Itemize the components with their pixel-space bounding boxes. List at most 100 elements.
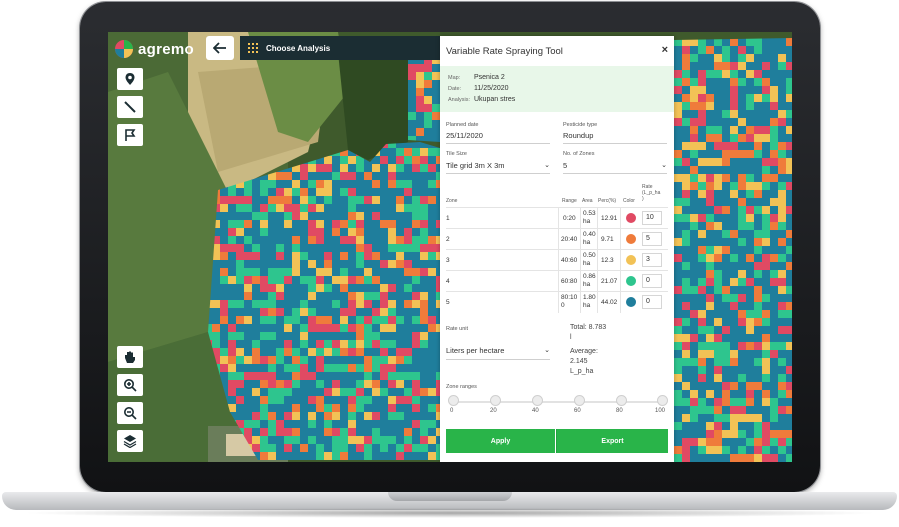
zone-color-swatch[interactable]: [626, 297, 636, 307]
average-line3: L_p_ha: [570, 368, 594, 375]
zone-perc: 21.07: [601, 278, 618, 285]
color-header: Color: [623, 198, 635, 204]
hand-tool[interactable]: [117, 346, 143, 368]
zone-perc: 44.02: [601, 299, 618, 306]
zone-range: 0:20: [563, 215, 576, 222]
planned-date-input[interactable]: 25/11/2020: [446, 131, 550, 144]
zoom-in-icon: [124, 379, 137, 392]
planned-date-label: Planned date: [446, 122, 479, 128]
slider-knob-80[interactable]: [616, 395, 627, 406]
zone-range-line1: 80:10: [561, 294, 578, 301]
area-header: Area: [582, 198, 593, 204]
zone-number: 1: [446, 215, 450, 222]
chevron-down-icon: ⌄: [544, 347, 550, 354]
brand-name: agremo: [138, 40, 194, 58]
zone-perc: 12.91: [601, 215, 618, 222]
zone-rate-input[interactable]: 0: [642, 295, 662, 309]
zone-number: 3: [446, 257, 450, 264]
line-tool[interactable]: [117, 96, 143, 118]
map-info-box: Map: Psenica 2 Date: 11/25/2020 Analysis: U…: [440, 66, 674, 112]
zone-color-swatch[interactable]: [626, 213, 636, 223]
zone-area-unit: ha: [583, 281, 591, 288]
apply-button[interactable]: Apply: [446, 429, 555, 453]
num-zones-select[interactable]: 5 ⌄: [563, 161, 667, 174]
zone-color-swatch[interactable]: [626, 234, 636, 244]
table-row: 2 20:40 0.40 ha 9.71 5: [446, 228, 668, 250]
close-icon[interactable]: ×: [662, 44, 668, 56]
zone-area-unit: ha: [583, 302, 591, 309]
info-date: Date: 11/25/2020: [448, 85, 509, 92]
zone-rate-input[interactable]: 3: [642, 253, 662, 267]
slider-tick: 40: [532, 408, 539, 414]
zone-area-value: 0.86: [583, 273, 596, 280]
laptop-shadow: [20, 508, 880, 518]
zone-rate-input[interactable]: 5: [642, 232, 662, 246]
table-row: 1 0:20 0.53 ha 12.91 10: [446, 207, 668, 229]
app-screen: agremo Choose Analysis Variable Rate Spr…: [108, 32, 792, 462]
tile-size-label: Tile Size: [446, 151, 467, 157]
total-line2: l: [570, 334, 572, 341]
slider-tick: 0: [450, 408, 454, 414]
panel-title: Variable Rate Spraying Tool: [446, 46, 563, 57]
slider-knob-20[interactable]: [490, 395, 501, 406]
zone-range: 40:60: [561, 257, 578, 264]
rate-header-line3: ): [642, 196, 644, 202]
line-icon: [124, 101, 136, 113]
slider-knob-0[interactable]: [448, 395, 459, 406]
zone-perc: 9.71: [601, 236, 614, 243]
choose-analysis-label: Choose Analysis: [266, 43, 331, 53]
agremo-logo: agremo: [114, 38, 194, 60]
zone-header: Zone: [446, 198, 458, 204]
flag-tool[interactable]: [117, 124, 143, 146]
rate-unit-label: Rate unit: [446, 326, 469, 332]
variable-rate-panel: Variable Rate Spraying Tool × Map: Psenic…: [440, 36, 674, 462]
zoom-out-icon: [124, 407, 137, 420]
zone-range: 20:40: [561, 236, 578, 243]
back-button[interactable]: [206, 36, 234, 60]
layers-icon: [123, 435, 137, 448]
tile-size-select[interactable]: Tile grid 3m X 3m ⌄: [446, 161, 550, 174]
table-row: 3 40:60 0.50 ha 12.3 3: [446, 249, 668, 271]
average-line2: 2.145: [570, 358, 588, 365]
slider-knob-100[interactable]: [657, 395, 668, 406]
table-row: 4 60:80 0.86 ha 21.07 0: [446, 270, 668, 292]
num-zones-label: No. of Zones: [563, 151, 595, 157]
zone-ranges-slider[interactable]: [452, 401, 662, 403]
zone-number: 2: [446, 236, 450, 243]
grid-dots-icon: [248, 43, 258, 53]
zone-area-unit: ha: [583, 218, 591, 225]
zone-area-value: 0.50: [583, 252, 596, 259]
layers-tool[interactable]: [117, 430, 143, 452]
zoom-in-tool[interactable]: [117, 374, 143, 396]
zone-perc: 12.3: [601, 257, 614, 264]
info-analysis: Analysis: Ukupan stres: [448, 96, 516, 103]
choose-analysis-button[interactable]: Choose Analysis: [240, 36, 440, 60]
info-map: Map: Psenica 2: [448, 74, 505, 81]
location-pin-tool[interactable]: [117, 68, 143, 90]
zone-number: 4: [446, 278, 450, 285]
slider-tick: 100: [655, 408, 666, 414]
zone-color-swatch[interactable]: [626, 276, 636, 286]
arrow-left-icon: [213, 42, 226, 54]
slider-knob-40[interactable]: [532, 395, 543, 406]
pesticide-type-input[interactable]: Roundup: [563, 131, 667, 144]
zone-area-value: 1.80: [583, 294, 596, 301]
slider-tick: 60: [574, 408, 581, 414]
num-zones-value: 5: [563, 161, 568, 170]
zone-number: 5: [446, 299, 450, 306]
chevron-down-icon: ⌄: [544, 162, 550, 169]
zone-color-swatch[interactable]: [626, 255, 636, 265]
hand-icon: [125, 351, 135, 363]
rate-unit-select[interactable]: Liters per hectare ⌄: [446, 346, 550, 360]
zone-rate-input[interactable]: 10: [642, 211, 662, 225]
average-line1: Average:: [570, 348, 598, 355]
laptop-notch: [388, 492, 512, 501]
zone-ranges-label: Zone ranges: [446, 384, 477, 390]
zone-rate-input[interactable]: 0: [642, 274, 662, 288]
slider-knob-60[interactable]: [574, 395, 585, 406]
slider-tick: 20: [490, 408, 497, 414]
tile-size-value: Tile grid 3m X 3m: [446, 161, 505, 170]
export-button[interactable]: Export: [556, 429, 668, 453]
flag-icon: [125, 129, 136, 141]
zoom-out-tool[interactable]: [117, 402, 143, 424]
